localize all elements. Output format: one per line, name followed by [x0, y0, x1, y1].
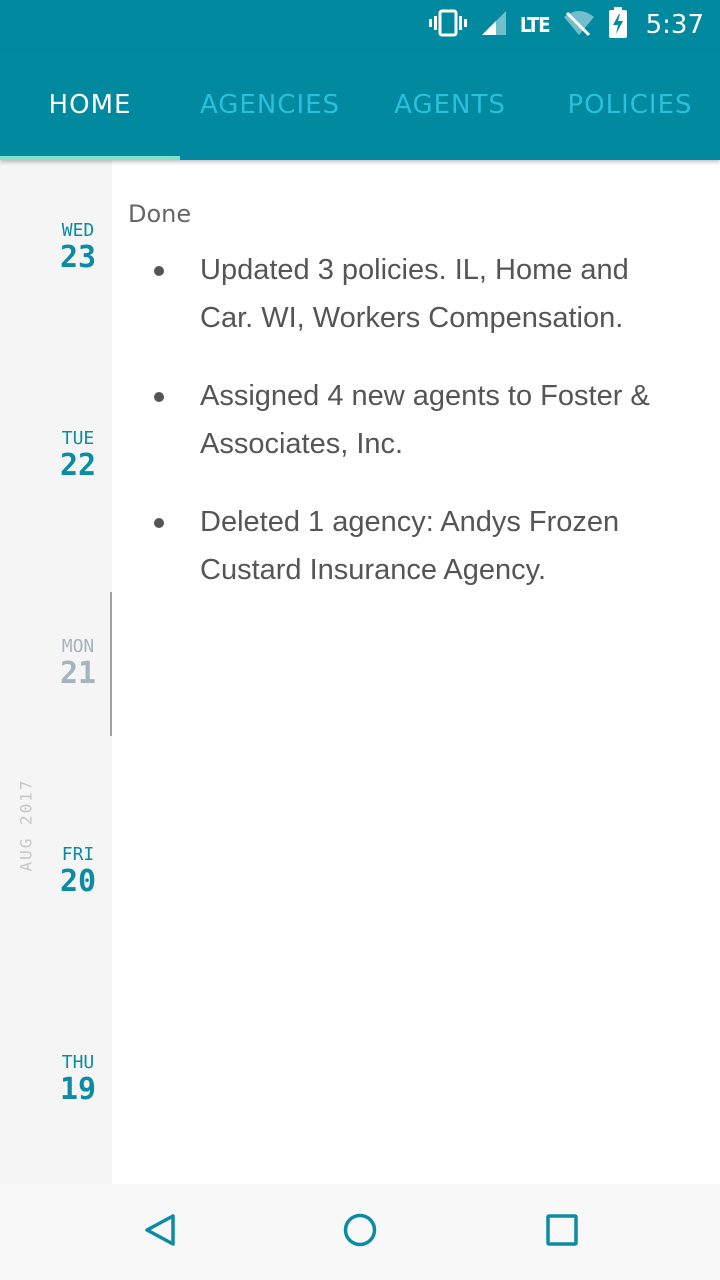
tab-agents[interactable]: AGENTS [360, 50, 540, 160]
date-day: 20 [59, 864, 97, 899]
tab-bar: HOME AGENCIES AGENTS POLICIES [0, 50, 720, 160]
home-button[interactable] [310, 1184, 410, 1280]
list-item-text: Deleted 1 agency: Andys Frozen Custard I… [200, 506, 620, 586]
date-item-fri-20[interactable]: FRI 20 [44, 844, 112, 898]
date-day: 21 [59, 656, 97, 691]
back-button[interactable] [110, 1184, 210, 1280]
tab-home[interactable]: HOME [0, 50, 180, 160]
date-item-wed-23[interactable]: WED 23 [44, 220, 112, 274]
battery-charging-icon [608, 6, 628, 44]
date-dow: WED [61, 220, 95, 241]
date-item-thu-19[interactable]: THU 19 [44, 1052, 112, 1106]
list-item-text: Updated 3 policies. IL, Home and Car. WI… [200, 254, 629, 334]
bullet-icon [154, 518, 164, 528]
section-title: Done [128, 200, 192, 228]
recents-button[interactable] [512, 1184, 612, 1280]
navigation-bar [0, 1184, 720, 1280]
wifi-off-icon [562, 9, 596, 42]
date-day: 23 [59, 240, 97, 275]
date-item-tue-22[interactable]: TUE 22 [44, 428, 112, 482]
tab-agencies[interactable]: AGENCIES [180, 50, 360, 160]
network-type: LTE [519, 13, 551, 37]
date-dow: MON [61, 636, 95, 657]
month-label: AUG 2017 [16, 778, 36, 872]
list-item: Assigned 4 new agents to Foster & Associ… [128, 372, 688, 468]
back-icon [142, 1212, 178, 1253]
date-day: 22 [59, 448, 97, 483]
date-dow: THU [61, 1052, 95, 1073]
bullet-icon [154, 266, 164, 276]
date-dow: TUE [61, 428, 95, 449]
vibrate-icon [428, 9, 468, 42]
recents-icon [544, 1212, 580, 1253]
home-icon [342, 1212, 378, 1253]
status-time: 5:37 [645, 10, 704, 40]
status-bar: LTE 5:37 [0, 0, 720, 50]
list-item-text: Assigned 4 new agents to Foster & Associ… [200, 380, 650, 460]
signal-icon [480, 9, 508, 42]
scroll-position-indicator [110, 592, 112, 736]
date-item-mon-21[interactable]: MON 21 [44, 636, 112, 690]
tab-indicator [0, 156, 180, 160]
activity-list: Done Updated 3 policies. IL, Home and Ca… [128, 196, 688, 594]
date-day: 19 [59, 1072, 97, 1107]
list-item: Updated 3 policies. IL, Home and Car. WI… [128, 246, 688, 342]
list-item: Deleted 1 agency: Andys Frozen Custard I… [128, 498, 688, 594]
tab-policies[interactable]: POLICIES [540, 50, 720, 160]
status-icons: LTE 5:37 [428, 6, 704, 44]
date-rail[interactable]: AUG 2017 WED 23 TUE 22 MON 21 FRI 20 THU… [0, 160, 112, 1184]
bullet-icon [154, 392, 164, 402]
date-dow: FRI [61, 844, 95, 865]
